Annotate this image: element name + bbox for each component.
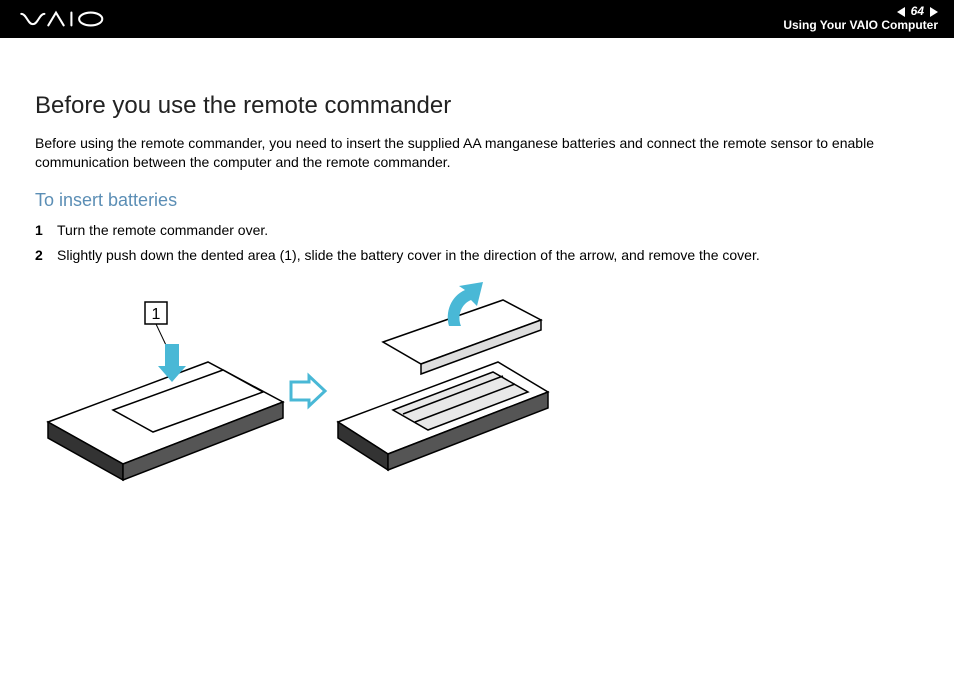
battery-cover xyxy=(383,300,541,374)
page-number: 64 xyxy=(911,5,924,19)
step-item: Slightly push down the dented area (1), … xyxy=(35,246,919,266)
step-text: Turn the remote commander over. xyxy=(57,221,268,241)
intro-paragraph: Before using the remote commander, you n… xyxy=(35,134,919,172)
remote-right xyxy=(338,362,548,470)
page-content: Before you use the remote commander Befo… xyxy=(0,38,954,507)
section-label: Using Your VAIO Computer xyxy=(783,19,938,33)
step-text: Slightly push down the dented area (1), … xyxy=(57,246,760,266)
battery-cover-figure: 1 xyxy=(43,282,919,507)
sequence-arrow-icon xyxy=(291,376,325,406)
prev-page-icon[interactable] xyxy=(897,7,905,17)
vaio-logo xyxy=(20,10,123,28)
figure-callout-number: 1 xyxy=(152,306,161,323)
header-bar: 64 Using Your VAIO Computer xyxy=(0,0,954,38)
steps-list: Turn the remote commander over. Slightly… xyxy=(35,221,919,266)
page-navigation: 64 xyxy=(783,5,938,19)
next-page-icon[interactable] xyxy=(930,7,938,17)
remote-left xyxy=(48,362,283,480)
page-title: Before you use the remote commander xyxy=(35,92,919,120)
step-item: Turn the remote commander over. xyxy=(35,221,919,241)
subsection-title: To insert batteries xyxy=(35,190,919,211)
